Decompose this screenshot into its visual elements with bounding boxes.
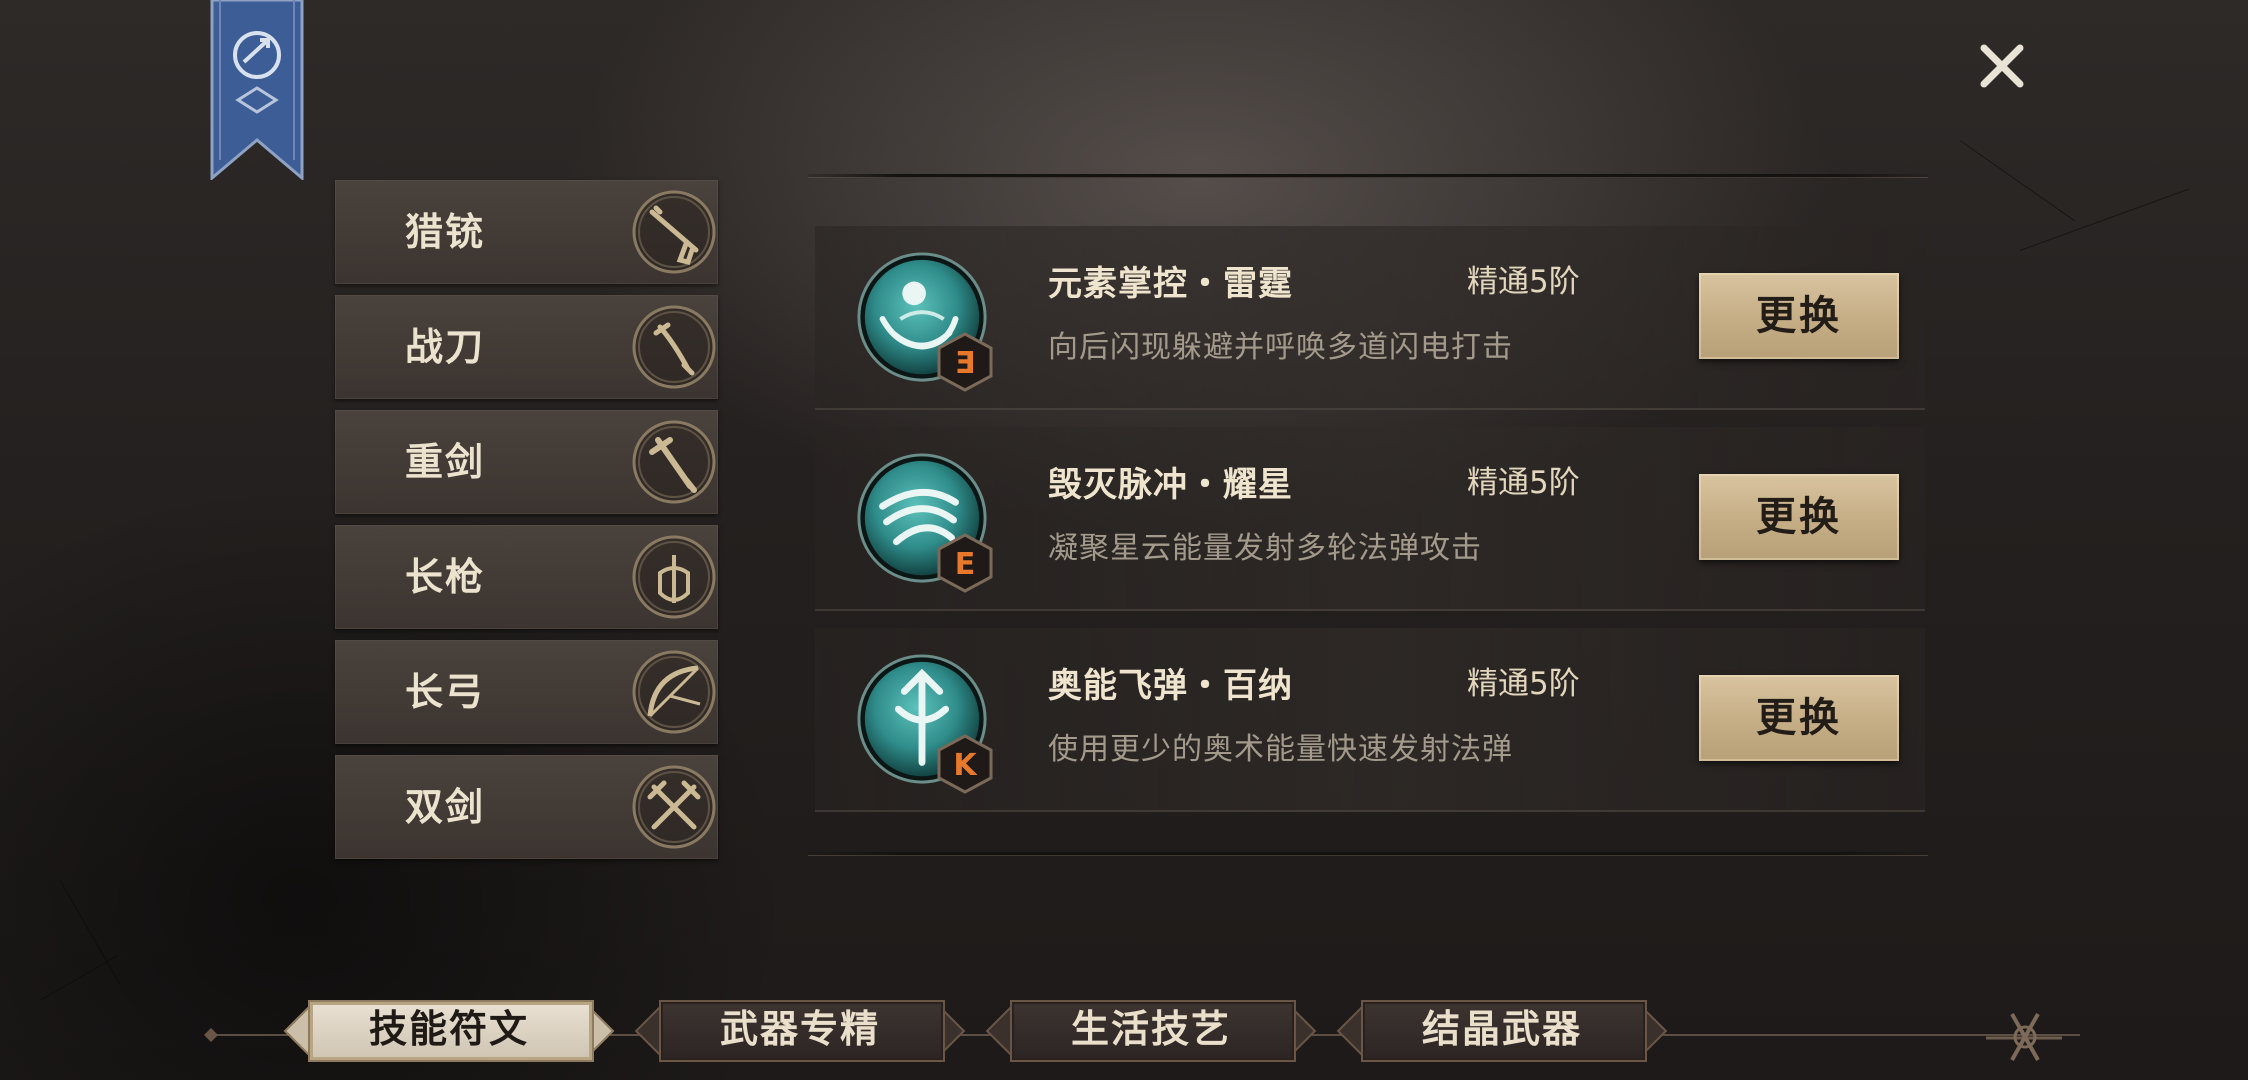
weapon-tab[interactable]: 重剑: [335, 410, 718, 514]
skill-name: 元素掌控・雷霆: [1048, 264, 1293, 304]
skill-description: 凝聚星云能量发射多轮法弹攻击: [1048, 531, 1482, 566]
skill-mastery-level: 精通5阶: [1467, 264, 1580, 300]
weapon-tab[interactable]: 长弓: [335, 640, 718, 744]
bottom-tab-label: 结晶武器: [1421, 1006, 1582, 1051]
swap-skill-button[interactable]: 更换: [1699, 474, 1899, 560]
weapon-tab[interactable]: 战刀: [335, 295, 718, 399]
greatsword-icon: [632, 420, 716, 504]
bottom-tab[interactable]: 生活技艺: [985, 996, 1317, 1062]
bottom-tab-label: 技能符文: [368, 1006, 529, 1051]
weapon-tab-label: 战刀: [405, 324, 486, 369]
swap-skill-button[interactable]: 更换: [1699, 273, 1899, 359]
panel-bottom-divider: [808, 852, 1928, 856]
weapon-tab-label: 重剑: [405, 439, 486, 484]
weapon-tab-label: 猎铳: [405, 209, 486, 254]
skill-mastery-level: 精通5阶: [1467, 465, 1580, 501]
skill-description: 向后闪现躲避并呼唤多道闪电打击: [1048, 330, 1513, 365]
weapon-tab-label: 长弓: [405, 669, 486, 714]
dual-swords-icon: [632, 765, 716, 849]
diamond-ornament-icon: [204, 1028, 218, 1042]
wall-crack: [2019, 188, 2190, 251]
skill-name: 毁灭脉冲・耀星: [1048, 465, 1293, 505]
weapon-tab[interactable]: 长枪: [335, 525, 718, 629]
skill-row: Ǝ 元素掌控・雷霆 精通5阶向后闪现躲避并呼唤多道闪电打击 更换: [815, 226, 1925, 410]
rune-badge-icon: E: [937, 533, 993, 593]
rune-badge-icon: Ǝ: [937, 332, 993, 392]
bottom-tab[interactable]: 技能符文: [283, 996, 615, 1062]
rune-badge-icon: K: [937, 734, 993, 794]
weapon-tab-label: 双剑: [405, 784, 486, 829]
rune-glyph: E: [955, 547, 976, 582]
weapon-tab[interactable]: 猎铳: [335, 180, 718, 284]
rifle-icon: [632, 190, 716, 274]
weapon-tab-label: 长枪: [405, 554, 486, 599]
skill-name: 奥能飞弹・百纳: [1048, 666, 1293, 706]
skill-mastery-level: 精通5阶: [1467, 666, 1580, 702]
weapon-tab[interactable]: 双剑: [335, 755, 718, 859]
close-icon[interactable]: [1972, 36, 2032, 96]
spear-icon: [632, 535, 716, 619]
bottom-tab-bar: 技能符文 武器专精 生活技艺 结晶武器: [0, 990, 2248, 1080]
wall-crack: [1959, 140, 2075, 222]
rune-glyph: Ǝ: [955, 346, 976, 381]
bottom-tab[interactable]: 武器专精: [634, 996, 966, 1062]
bottom-tab-label: 生活技艺: [1070, 1006, 1231, 1051]
guild-banner-icon: [210, 0, 304, 180]
blade-icon: [632, 305, 716, 389]
skill-rune-screen: 猎铳 战刀 重剑 长枪 长弓 双剑 Ǝ 元素掌控・雷霆 精通5阶 向后闪现躲避并呼唤多道闪电打击…: [0, 0, 2248, 1080]
swap-skill-button[interactable]: 更换: [1699, 675, 1899, 761]
skill-description: 使用更少的奥术能量快速发射法弹: [1048, 732, 1513, 767]
longbow-icon: [632, 650, 716, 734]
rune-glyph: K: [953, 748, 978, 783]
skill-row: K 奥能飞弹・百纳 精通5阶使用更少的奥术能量快速发射法弹 更换: [815, 628, 1925, 812]
bottom-tab[interactable]: 结晶武器: [1336, 996, 1668, 1062]
panel-top-divider: [808, 174, 1928, 178]
skill-row: E 毁灭脉冲・耀星 精通5阶凝聚星云能量发射多轮法弹攻击 更换: [815, 427, 1925, 611]
bottom-tab-label: 武器专精: [719, 1006, 880, 1051]
wall-crack: [59, 880, 121, 985]
crossed-arrows-emblem-icon: [1986, 1013, 2062, 1061]
